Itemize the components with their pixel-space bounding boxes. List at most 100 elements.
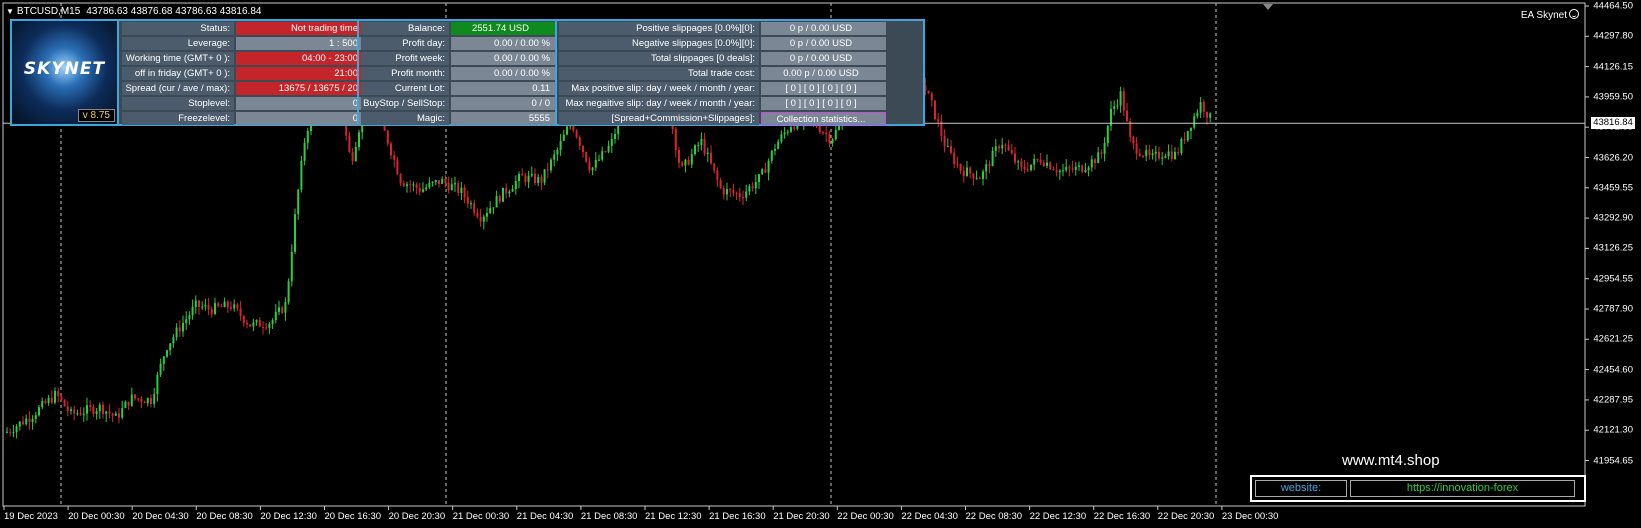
bear-candle bbox=[73, 409, 76, 414]
time-tick-label: 21 Dec 00:30 bbox=[452, 511, 510, 522]
bull-candle bbox=[946, 146, 949, 148]
bull-candle bbox=[562, 134, 565, 141]
bull-candle bbox=[255, 320, 258, 323]
panel-row: Spread (cur / ave / max): 13675 / 13675 /… bbox=[122, 81, 363, 96]
panel-row: Max negaitive slip: day / week / month /… bbox=[559, 96, 886, 111]
bull-candle bbox=[543, 169, 546, 183]
bull-candle bbox=[537, 176, 540, 184]
bull-candle bbox=[124, 401, 127, 408]
panel-row-value: 0 / 0 bbox=[451, 97, 555, 110]
bear-candle bbox=[716, 170, 719, 181]
bull-candle bbox=[767, 160, 770, 173]
bull-candle bbox=[783, 132, 786, 135]
price-tick-label: 43959.50 bbox=[1593, 91, 1633, 103]
ea-name: EA Skynet bbox=[1520, 10, 1567, 21]
bear-candle bbox=[118, 413, 120, 418]
bull-candle bbox=[1113, 106, 1116, 109]
bear-candle bbox=[678, 150, 680, 163]
bull-candle bbox=[982, 171, 984, 179]
website-link[interactable]: https://innovation-forex bbox=[1350, 480, 1575, 497]
panel-row-label: Spread (cur / ave / max): bbox=[122, 82, 234, 95]
bull-candle bbox=[98, 404, 101, 412]
bull-candle bbox=[300, 160, 303, 190]
bear-candle bbox=[348, 135, 351, 153]
panel-row-value: 5555 bbox=[451, 112, 555, 125]
bull-candle bbox=[502, 187, 504, 202]
bull-candle bbox=[614, 133, 616, 139]
bear-candle bbox=[962, 170, 965, 177]
bull-candle bbox=[550, 159, 552, 171]
panel-row-label: Max negaitive slip: day / week / month /… bbox=[559, 97, 759, 110]
chart-shift-marker-icon[interactable] bbox=[1263, 4, 1273, 10]
ea-label[interactable]: EA Skynet bbox=[1521, 8, 1579, 21]
bear-candle bbox=[390, 143, 392, 156]
ea-info-panel: SKYNET v 8.75 Status: Not trading time Lev… bbox=[10, 19, 925, 126]
bear-candle bbox=[1206, 111, 1208, 118]
bear-candle bbox=[409, 184, 412, 186]
bear-candle bbox=[463, 187, 466, 198]
bull-candle bbox=[1090, 159, 1093, 168]
bear-candle bbox=[950, 146, 952, 153]
bull-candle bbox=[1097, 152, 1100, 164]
dropdown-triangle-icon[interactable]: ▼ bbox=[6, 7, 14, 16]
bull-candle bbox=[1033, 159, 1036, 165]
time-tick-label: 21 Dec 04:30 bbox=[516, 511, 574, 522]
price-tick-label: 43292.90 bbox=[1593, 212, 1633, 224]
bear-candle bbox=[28, 418, 31, 423]
panel-row-value: 0 p / 0.00 USD bbox=[761, 52, 886, 65]
bear-candle bbox=[1126, 110, 1128, 122]
bull-candle bbox=[1046, 162, 1048, 166]
bear-candle bbox=[828, 134, 831, 143]
bull-candle bbox=[774, 148, 776, 151]
bear-candle bbox=[930, 93, 933, 101]
bear-candle bbox=[1132, 137, 1135, 144]
bull-candle bbox=[287, 281, 290, 303]
bull-candle bbox=[1030, 164, 1032, 171]
bear-candle bbox=[236, 304, 239, 309]
time-tick-label: 23 Dec 00:30 bbox=[1221, 511, 1279, 522]
panel-row-value: 21:00 bbox=[236, 67, 363, 80]
bull-candle bbox=[1186, 130, 1189, 141]
bull-candle bbox=[1196, 112, 1199, 117]
bull-candle bbox=[1164, 156, 1167, 158]
bull-candle bbox=[726, 189, 728, 195]
bear-candle bbox=[710, 152, 712, 164]
bull-candle bbox=[284, 302, 287, 313]
panel-row-value: 0 p / 0.00 USD bbox=[761, 37, 886, 50]
bull-candle bbox=[1151, 153, 1154, 156]
panel-row: Freezelevel: 0 bbox=[122, 111, 363, 126]
bull-candle bbox=[306, 130, 309, 143]
bear-candle bbox=[111, 413, 114, 416]
bear-candle bbox=[988, 164, 991, 167]
panel-row: Stoplevel: 0 bbox=[122, 96, 363, 111]
bull-candle bbox=[47, 397, 50, 404]
bear-candle bbox=[1039, 159, 1042, 163]
collection-statistics-button[interactable]: Collection statistics... bbox=[761, 112, 886, 125]
panel-row: Current Lot: 0.11 bbox=[361, 81, 555, 96]
logo-text: SKYNET bbox=[23, 59, 106, 79]
bull-candle bbox=[169, 343, 172, 351]
panel-row-label: Total trade cost: bbox=[559, 67, 759, 80]
bear-candle bbox=[399, 174, 402, 184]
bear-candle bbox=[1177, 152, 1180, 154]
bull-candle bbox=[185, 319, 188, 323]
bull-candle bbox=[172, 337, 175, 344]
bull-candle bbox=[553, 154, 556, 160]
bear-candle bbox=[578, 137, 581, 147]
bear-candle bbox=[1170, 151, 1173, 159]
bear-candle bbox=[534, 173, 536, 184]
panel-row-value: 0.00 / 0.00 % bbox=[451, 37, 555, 50]
bull-candle bbox=[114, 413, 117, 416]
bear-candle bbox=[258, 320, 261, 327]
bear-candle bbox=[818, 126, 821, 133]
bear-candle bbox=[9, 431, 12, 433]
bull-candle bbox=[780, 134, 783, 142]
bear-candle bbox=[1010, 150, 1013, 154]
bear-candle bbox=[1100, 152, 1103, 154]
bull-candle bbox=[159, 363, 162, 375]
bear-candle bbox=[1138, 153, 1141, 156]
bull-candle bbox=[274, 311, 277, 321]
price-tick-label: 41954.65 bbox=[1593, 455, 1633, 466]
bull-candle bbox=[1154, 151, 1157, 154]
bull-candle bbox=[76, 413, 79, 415]
